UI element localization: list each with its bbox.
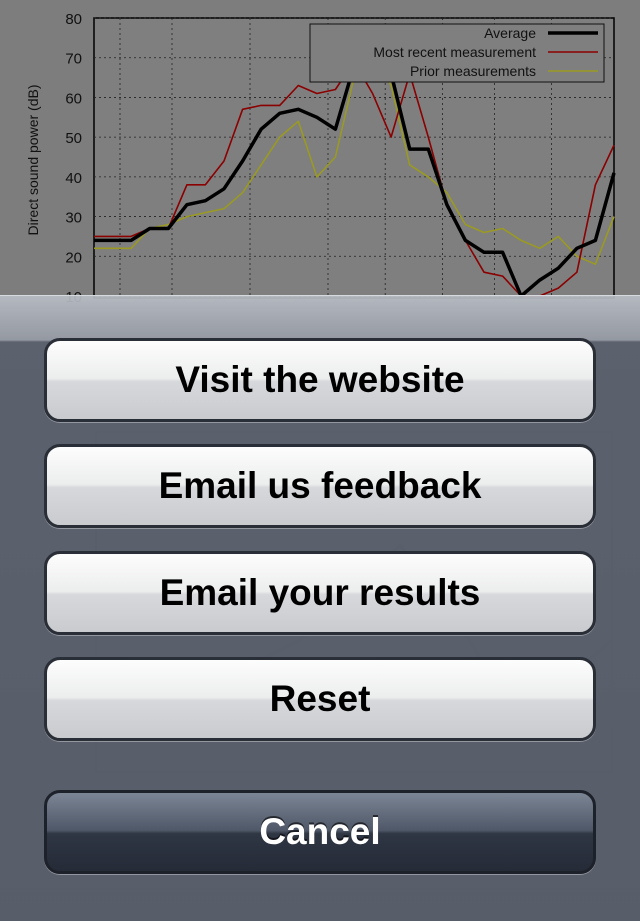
email-results-button[interactable]: Email your results [44, 551, 596, 635]
legend-label: Average [484, 25, 536, 41]
chart-legend: Average Most recent measurement Prior meas… [309, 23, 605, 83]
y-tick-label: 40 [65, 170, 82, 187]
y-tick-label: 70 [65, 51, 82, 68]
y-tick-label: 80 [65, 11, 82, 28]
y-tick-label: 60 [65, 90, 82, 107]
legend-label: Most recent measurement [373, 44, 536, 60]
cancel-button[interactable]: Cancel [44, 790, 596, 874]
legend-label: Prior measurements [410, 63, 536, 79]
action-sheet: Visit the website Email us feedback Emai… [0, 295, 640, 921]
visit-website-button[interactable]: Visit the website [44, 338, 596, 422]
y-axis-label: Direct sound power (dB) [25, 85, 41, 236]
y-tick-label: 30 [65, 210, 82, 227]
email-feedback-button[interactable]: Email us feedback [44, 444, 596, 528]
y-tick-label: 50 [65, 130, 82, 147]
y-tick-label: 20 [65, 249, 82, 266]
reset-button[interactable]: Reset [44, 657, 596, 741]
